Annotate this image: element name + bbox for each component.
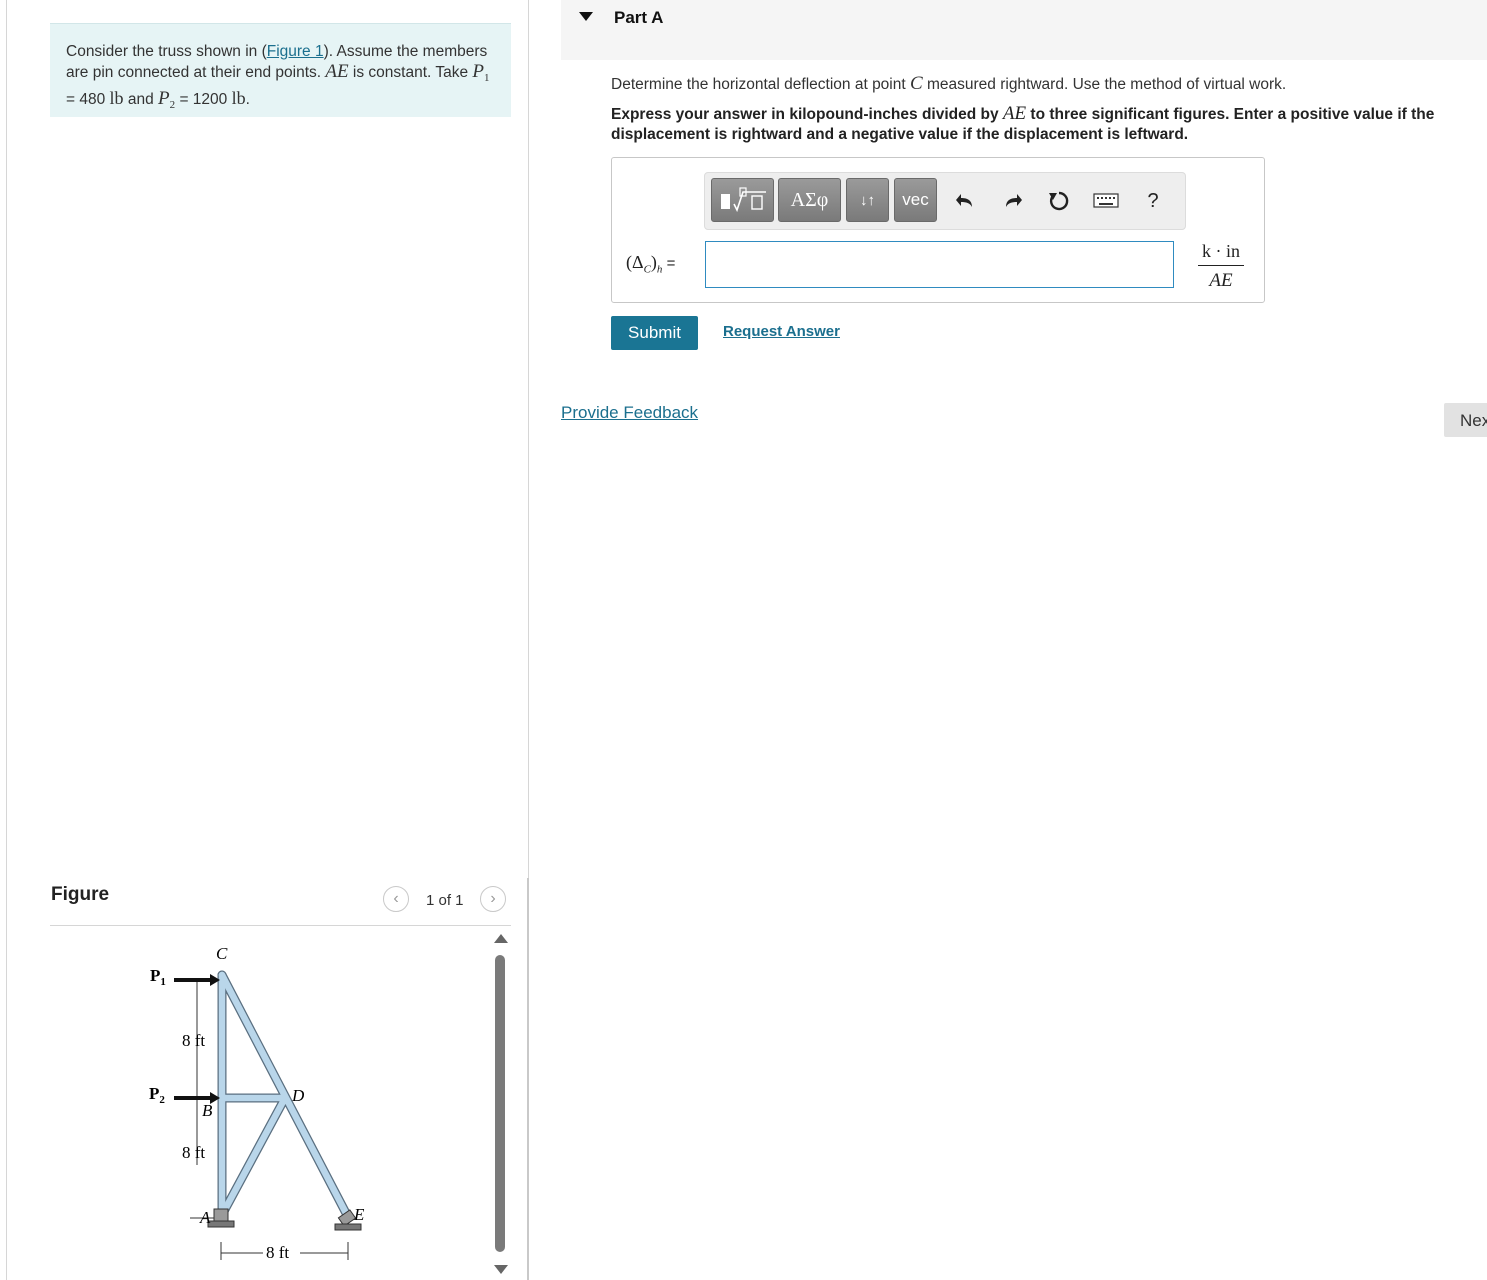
- next-figure-button[interactable]: ›: [480, 886, 506, 912]
- figure-link[interactable]: Figure 1: [267, 43, 324, 60]
- p2-symbol: P: [158, 88, 170, 110]
- part-header[interactable]: [561, 0, 1487, 60]
- answer-instructions: Express your answer in kilopound-inches …: [611, 104, 1485, 145]
- collapse-triangle-icon[interactable]: [579, 12, 593, 21]
- figure-title: Figure: [51, 884, 110, 905]
- chevron-left-icon: ‹: [393, 890, 399, 907]
- answer-input[interactable]: [705, 241, 1174, 288]
- question-text-part: Determine the horizontal deflection at p…: [611, 76, 910, 93]
- problem-text: and: [123, 91, 159, 109]
- arrows-button[interactable]: ↓↑: [846, 178, 889, 222]
- units-denominator: AE: [1209, 270, 1233, 291]
- load-label-p2: P2: [149, 1084, 165, 1106]
- column-divider-accent: [527, 878, 529, 1280]
- figure-divider: [50, 925, 511, 926]
- instruction-text: Express your answer in kilopound-inches …: [611, 106, 1003, 123]
- question-text-part: measured rightward. Use the method of vi…: [922, 76, 1287, 93]
- dimension-label-lower: 8 ft: [182, 1143, 205, 1162]
- node-label-b: B: [202, 1101, 213, 1120]
- fraction-bar: [1198, 265, 1244, 266]
- support-a: [213, 1208, 229, 1222]
- dimension-label-upper: 8 ft: [182, 1031, 205, 1050]
- greek-symbols-button[interactable]: ΑΣφ: [778, 178, 841, 222]
- submit-button[interactable]: Submit: [611, 316, 698, 350]
- p1-subscript: 1: [483, 72, 490, 85]
- help-button[interactable]: ?: [1140, 188, 1166, 214]
- p1-symbol: P: [472, 61, 484, 82]
- p1-value: = 480: [66, 91, 110, 109]
- figure-scrollbar-thumb[interactable]: [495, 955, 505, 1252]
- dimension-label-base: 8 ft: [266, 1243, 289, 1262]
- scroll-down-arrow[interactable]: [494, 1265, 508, 1274]
- reset-icon[interactable]: [1046, 188, 1072, 214]
- answer-units: k · in AE: [1198, 240, 1244, 292]
- answer-variable-label: (ΔC)h =: [626, 252, 676, 276]
- units-numerator: k · in: [1202, 241, 1240, 261]
- ae-symbol: AE: [325, 61, 349, 82]
- keyboard-icon[interactable]: [1092, 188, 1120, 214]
- request-answer-link[interactable]: Request Answer: [723, 323, 840, 340]
- chevron-right-icon: ›: [490, 890, 496, 907]
- left-border: [6, 0, 7, 1280]
- vector-button[interactable]: vec: [894, 178, 937, 222]
- node-label-d: D: [291, 1086, 305, 1105]
- ae-symbol: AE: [1002, 103, 1027, 124]
- load-label-p1: P1: [150, 966, 166, 988]
- node-label-c: C: [216, 944, 228, 963]
- undo-icon[interactable]: [952, 188, 978, 214]
- scroll-up-arrow[interactable]: [494, 934, 508, 943]
- previous-figure-button[interactable]: ‹: [383, 886, 409, 912]
- problem-statement: Consider the truss shown in (Figure 1). …: [50, 23, 511, 117]
- part-title: Part A: [614, 8, 664, 27]
- next-button[interactable]: Nex: [1444, 403, 1487, 437]
- problem-text: .: [245, 91, 250, 109]
- unit-lb: lb: [109, 88, 124, 109]
- templates-icon: [720, 187, 766, 213]
- figure-page-counter: 1 of 1: [426, 892, 464, 909]
- point-c-symbol: C: [909, 73, 923, 94]
- truss-diagram: C B D A E P1 P2 8 ft 8 ft 8 ft: [149, 944, 365, 1262]
- problem-text: Consider the truss shown in (: [66, 43, 267, 60]
- node-label-a: A: [199, 1208, 211, 1227]
- templates-button[interactable]: [711, 178, 774, 222]
- node-label-e: E: [353, 1205, 365, 1224]
- p2-value: = 1200: [175, 91, 232, 109]
- unit-lb: lb: [231, 88, 246, 109]
- redo-icon[interactable]: [1000, 188, 1026, 214]
- question-text: Determine the horizontal deflection at p…: [611, 73, 1286, 95]
- provide-feedback-link[interactable]: Provide Feedback: [561, 403, 698, 423]
- problem-text: is constant. Take: [348, 64, 473, 81]
